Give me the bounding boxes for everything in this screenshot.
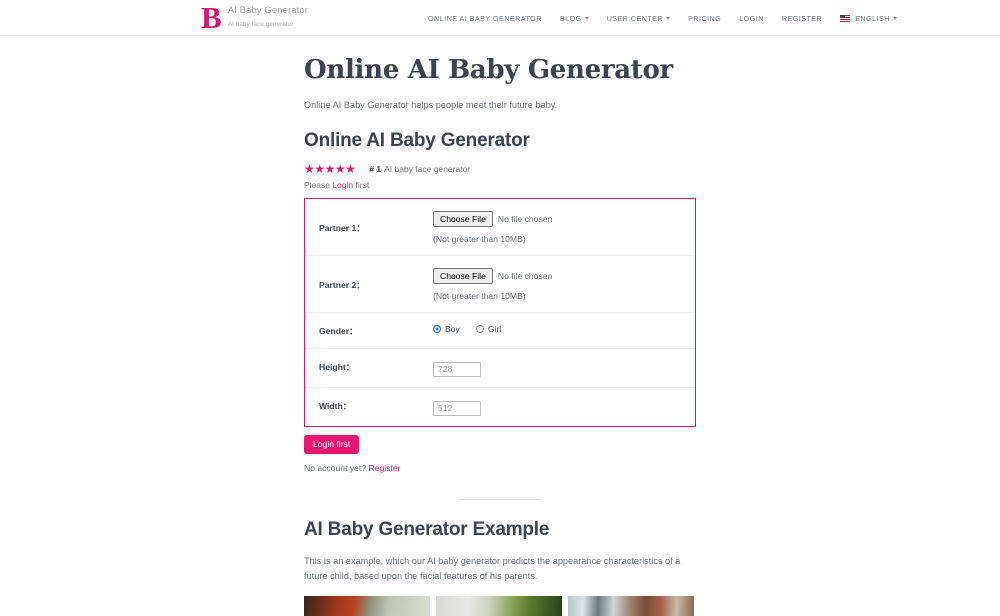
nav-item-blog[interactable]: BLOG <box>560 14 589 23</box>
height-label: Height： <box>319 362 355 372</box>
form-row-partner2: Partner 2： Choose File No file chosen (N… <box>305 256 695 313</box>
main-content: Online AI Baby Generator Online AI Baby … <box>304 36 696 616</box>
example-section-title: AI Baby Generator Example <box>304 519 550 540</box>
brand-subtitle: AI baby face generator <box>227 21 294 28</box>
example-image-3[interactable] <box>568 596 694 616</box>
chevron-down-icon <box>584 17 589 20</box>
gender-option-boy[interactable]: Boy <box>433 324 460 334</box>
nav-label: USER CENTER <box>606 13 664 23</box>
radio-girl-icon[interactable] <box>475 325 484 333</box>
width-label: Width： <box>319 401 352 411</box>
login-prompt: Please Login first <box>304 180 696 190</box>
rank-badge: # 1 <box>369 163 382 174</box>
partner2-control: Choose File No file chosen (Not greater … <box>433 267 695 301</box>
partner1-choose-file-button[interactable]: Choose File <box>433 210 493 227</box>
login-prompt-prefix: Please <box>304 180 333 190</box>
register-prompt: No account yet? Register <box>304 463 696 473</box>
gender-option-girl[interactable]: Girl <box>475 324 502 334</box>
partner1-control: Choose File No file chosen (Not greater … <box>433 210 695 244</box>
nav-label: ONLINE AI BABY GENERATOR <box>428 13 542 23</box>
page-description: Online AI Baby Generator helps people me… <box>304 100 558 110</box>
partner2-file-line: Choose File No file chosen <box>433 267 695 284</box>
nav-item-online-ai-baby-generator[interactable]: ONLINE AI BABY GENERATOR <box>428 14 542 23</box>
width-control <box>433 398 695 416</box>
nav-item-register[interactable]: REGISTER <box>782 14 822 23</box>
brand-logo-link[interactable]: B AI Baby Generator AI baby face generat… <box>201 2 308 34</box>
example-description: This is an example, which our AI baby ge… <box>304 556 681 581</box>
star-rating-icon: ★★★★★ <box>304 161 356 176</box>
register-prompt-prefix: No account yet? <box>304 463 369 473</box>
form-row-height: Height： <box>305 349 695 388</box>
nav-label: REGISTER <box>781 13 823 23</box>
height-control <box>433 359 695 377</box>
chevron-down-icon <box>892 17 897 20</box>
main-navigation: ONLINE AI BABY GENERATOR BLOG USER CENTE… <box>428 0 897 36</box>
partner1-file-status: No file chosen <box>497 213 553 224</box>
example-image-2[interactable] <box>436 596 562 616</box>
register-link[interactable]: Register <box>369 463 401 473</box>
form-row-width: Width： <box>305 388 695 426</box>
radio-boy-icon[interactable] <box>433 325 441 333</box>
form-row-partner1: Partner 1： Choose File No file chosen (N… <box>305 199 695 256</box>
baby-generator-form: Partner 1： Choose File No file chosen (N… <box>304 198 696 427</box>
rating-row: ★★★★★ # 1 AI baby face generator <box>304 162 696 175</box>
login-link[interactable]: Login <box>332 180 353 190</box>
width-input[interactable] <box>433 400 481 416</box>
nav-item-user-center[interactable]: USER CENTER <box>606 13 671 23</box>
nav-label: ENGLISH <box>855 13 890 23</box>
site-header: B AI Baby Generator AI baby face generat… <box>0 0 1000 36</box>
gender-label: Gender： <box>319 326 358 336</box>
nav-item-login[interactable]: LOGIN <box>739 14 764 23</box>
partner2-label: Partner 2： <box>319 280 365 290</box>
login-prompt-suffix: first <box>353 180 370 190</box>
brand-text: AI Baby Generator AI baby face generator <box>228 2 308 30</box>
nav-item-language-selector[interactable]: ENGLISH <box>840 14 897 23</box>
gender-radio-group: Boy Girl <box>433 323 695 334</box>
example-image-1[interactable] <box>304 596 430 616</box>
brand-title: AI Baby Generator <box>227 5 309 16</box>
nav-label: LOGIN <box>739 13 764 23</box>
example-thumbnail-row <box>304 596 696 616</box>
nav-item-pricing[interactable]: PRICING <box>688 14 721 23</box>
nav-label: BLOG <box>559 13 582 23</box>
rank-label: AI baby face generator <box>384 163 471 174</box>
generator-section-title: Online AI Baby Generator <box>304 130 530 151</box>
brand-letter-b-icon: B <box>201 0 222 35</box>
partner2-choose-file-button[interactable]: Choose File <box>433 267 493 284</box>
gender-control: Boy Girl <box>433 323 695 334</box>
height-input[interactable] <box>433 361 481 377</box>
form-row-gender: Gender： Boy Girl <box>305 313 695 349</box>
partner2-size-hint: (Not greater than 10MB) <box>433 290 526 301</box>
login-first-submit-button[interactable]: Login first <box>304 435 360 454</box>
nav-label: PRICING <box>688 13 722 23</box>
gender-option-boy-label: Boy <box>445 324 460 334</box>
partner1-size-hint: (Not greater than 10MB) <box>433 233 526 244</box>
partner1-label: Partner 1： <box>319 223 365 233</box>
page-title: Online AI Baby Generator <box>304 55 673 85</box>
us-flag-icon <box>840 14 851 22</box>
chevron-down-icon <box>666 17 671 20</box>
gender-option-girl-label: Girl <box>487 324 502 334</box>
partner2-file-status: No file chosen <box>497 270 553 281</box>
partner1-file-line: Choose File No file chosen <box>433 210 695 227</box>
